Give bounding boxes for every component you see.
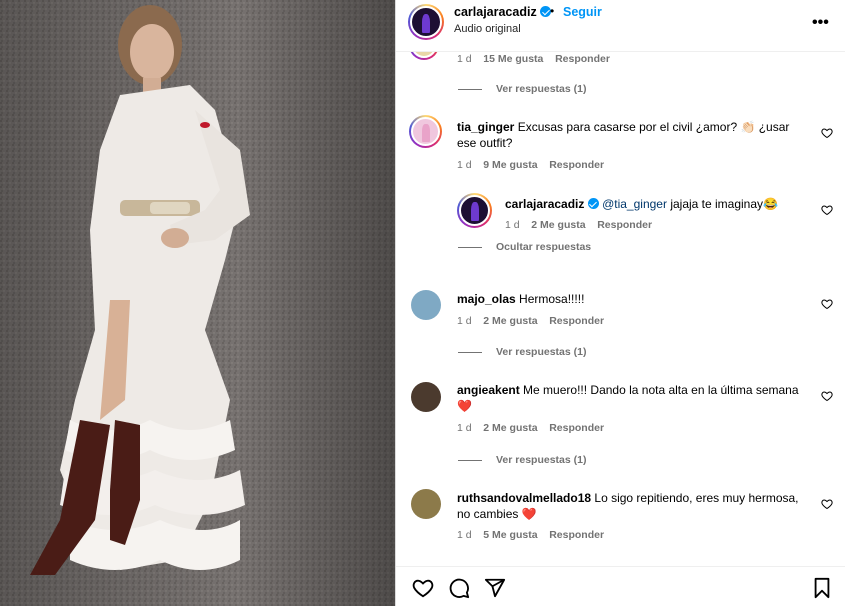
share-icon[interactable] [484,577,506,599]
comment-username[interactable]: ruthsandovalmellado18 [457,491,591,505]
post-details-panel: carlajaracadiz • Seguir Audio original •… [395,0,845,606]
author-avatar[interactable] [408,4,444,40]
replies-divider [458,460,482,461]
comment-username[interactable]: majo_olas [457,292,516,306]
reply-button[interactable]: Responder [555,53,610,65]
comment-avatar[interactable] [411,489,441,519]
like-comment-icon[interactable] [821,127,833,139]
comment-username[interactable]: carlajaracadiz [505,197,584,211]
comment-icon[interactable] [448,577,470,599]
reply-button[interactable]: Responder [549,315,604,327]
comment-body: angieakent Me muero!!! Dando la nota alt… [457,382,802,414]
comment-body: majo_olas Hermosa!!!!! [457,291,802,307]
comment-meta: 1 d 15 Me gusta Responder [457,53,610,65]
comment-text: jajaja te imaginay😂 [670,197,778,211]
comment-likes[interactable]: 2 Me gusta [483,315,537,327]
comment-meta: 1 d 5 Me gusta Responder [457,529,604,541]
replies-divider [458,352,482,353]
like-comment-icon[interactable] [821,498,833,510]
comment-username[interactable]: angieakent [457,383,520,397]
heart-icon[interactable] [412,577,434,599]
comment-body: ruthsandovalmellado18 Lo sigo repitiendo… [457,490,812,522]
comments-list[interactable]: 1 d 15 Me gusta Responder Ver respuestas… [396,52,845,564]
reply-button[interactable]: Responder [549,529,604,541]
instagram-post-view: carlajaracadiz • Seguir Audio original •… [0,0,845,606]
view-replies-button[interactable]: Ver respuestas (1) [496,346,586,358]
hide-replies-button[interactable]: Ocultar respuestas [496,241,591,253]
replies-divider [458,89,482,90]
comment-avatar[interactable] [409,115,442,148]
reply-button[interactable]: Responder [549,422,604,434]
like-comment-icon[interactable] [821,204,833,216]
author-name-row: carlajaracadiz [454,5,552,19]
bookmark-icon[interactable] [811,577,833,599]
avatar-image [410,6,442,38]
audio-label[interactable]: Audio original [454,23,521,35]
follow-button[interactable]: Seguir [563,5,602,19]
comment-meta: 1 d 2 Me gusta Responder [457,422,604,434]
comment-time: 1 d [505,219,520,231]
comment-username[interactable]: tia_ginger [457,120,514,134]
avatar-image [411,52,437,58]
comment-time: 1 d [457,315,472,327]
comment-body: tia_ginger Excusas para casarse por el c… [457,119,802,151]
comment-text: Hermosa!!!!! [519,292,585,306]
replies-divider [458,247,482,248]
post-photo [0,0,395,606]
comment-time: 1 d [457,53,472,65]
avatar-image [411,117,440,146]
reply-button[interactable]: Responder [549,159,604,171]
more-options-icon[interactable]: ••• [812,14,829,32]
comment-likes[interactable]: 2 Me gusta [483,422,537,434]
view-replies-button[interactable]: Ver respuestas (1) [496,454,586,466]
comment-time: 1 d [457,422,472,434]
comment-meta: 1 d 2 Me gusta Responder [505,219,652,231]
comment-avatar[interactable] [409,52,439,60]
avatar-image [459,195,490,226]
comment-avatar[interactable] [411,290,441,320]
author-username[interactable]: carlajaracadiz [454,5,537,19]
post-actions-bar [396,566,845,606]
comment-body: carlajaracadiz @tia_ginger jajaja te ima… [505,196,805,212]
like-comment-icon[interactable] [821,390,833,402]
comment-time: 1 d [457,529,472,541]
post-media[interactable] [0,0,395,606]
post-header: carlajaracadiz • Seguir Audio original •… [396,0,845,52]
comment-meta: 1 d 9 Me gusta Responder [457,159,604,171]
comment-avatar[interactable] [411,382,441,412]
comment-avatar[interactable] [457,193,492,228]
reply-button[interactable]: Responder [597,219,652,231]
like-comment-icon[interactable] [821,298,833,310]
comment-likes[interactable]: 5 Me gusta [483,529,537,541]
comment-time: 1 d [457,159,472,171]
comment-mention[interactable]: @tia_ginger [602,197,667,211]
view-replies-button[interactable]: Ver respuestas (1) [496,83,586,95]
comment-likes[interactable]: 15 Me gusta [483,53,543,65]
comment-meta: 1 d 2 Me gusta Responder [457,315,604,327]
comment-likes[interactable]: 9 Me gusta [483,159,537,171]
separator-dot: • [550,4,555,18]
comment-likes[interactable]: 2 Me gusta [531,219,585,231]
verified-badge-icon [587,198,599,209]
